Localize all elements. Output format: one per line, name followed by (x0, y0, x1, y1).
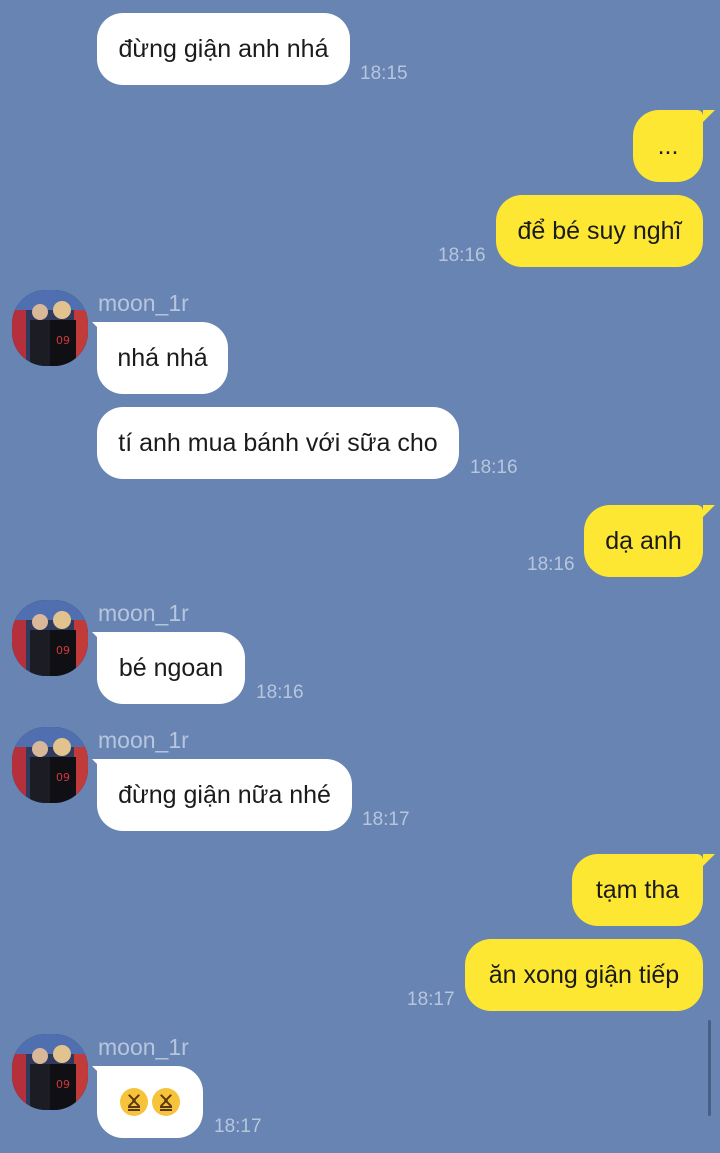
svg-text:09: 09 (56, 644, 70, 657)
svg-text:09: 09 (56, 771, 70, 784)
message-bubble[interactable]: bé ngoan (97, 632, 245, 704)
message-text: tạm tha (595, 875, 680, 904)
sender-name: moon_1r (98, 290, 189, 316)
bubble-tail (703, 505, 715, 517)
message-bubble[interactable]: tí anh mua bánh với sữa cho (97, 407, 459, 479)
message-bubble[interactable]: ... (633, 110, 703, 182)
message-time: 18:17 (407, 989, 455, 1010)
message-time: 18:16 (256, 682, 304, 703)
avatar[interactable]: 09 (12, 727, 88, 803)
chat-view[interactable]: đừng giận anh nhá 18:15 ... để bé suy ng… (0, 0, 720, 1153)
bubble-tail (703, 854, 715, 866)
message-text: để bé suy nghĩ (517, 216, 682, 245)
message-bubble[interactable]: ăn xong giận tiếp (465, 939, 703, 1011)
svg-text:09: 09 (56, 1078, 70, 1091)
confounded-face-icon (120, 1088, 148, 1116)
message-bubble[interactable] (97, 1066, 203, 1138)
sender-name: moon_1r (98, 600, 189, 626)
message-text: dạ anh (605, 526, 682, 555)
message-time: 18:17 (214, 1116, 262, 1137)
message-time: 18:16 (527, 554, 575, 575)
message-time: 18:16 (470, 457, 518, 478)
message-bubble[interactable]: dạ anh (584, 505, 703, 577)
message-bubble[interactable]: đừng giận nữa nhé (97, 759, 352, 831)
avatar[interactable]: 09 (12, 290, 88, 366)
message-text: đừng giận anh nhá (118, 34, 329, 63)
avatar[interactable]: 09 (12, 1034, 88, 1110)
confounded-face-icon (152, 1088, 180, 1116)
message-time: 18:16 (438, 245, 486, 266)
message-text: tí anh mua bánh với sữa cho (118, 428, 438, 457)
message-bubble[interactable]: đừng giận anh nhá (97, 13, 350, 85)
sender-name: moon_1r (98, 1034, 189, 1060)
avatar[interactable]: 09 (12, 600, 88, 676)
message-text: đừng giận nữa nhé (118, 780, 331, 809)
scrollbar[interactable] (708, 1020, 711, 1116)
message-text: ... (657, 131, 679, 160)
avatar-photo: 09 (12, 600, 88, 676)
avatar-photo: 09 (12, 1034, 88, 1110)
avatar-photo: 09 (12, 727, 88, 803)
message-bubble[interactable]: để bé suy nghĩ (496, 195, 703, 267)
message-text: nhá nhá (117, 343, 208, 372)
message-time: 18:17 (362, 809, 410, 830)
message-time: 18:15 (360, 63, 408, 84)
sender-name: moon_1r (98, 727, 189, 753)
avatar-photo: 09 (12, 290, 88, 366)
svg-text:09: 09 (56, 334, 70, 347)
message-text: bé ngoan (118, 653, 224, 682)
message-text: ăn xong giận tiếp (488, 960, 680, 989)
message-bubble[interactable]: tạm tha (572, 854, 703, 926)
message-bubble[interactable]: nhá nhá (97, 322, 228, 394)
bubble-tail (703, 110, 715, 122)
